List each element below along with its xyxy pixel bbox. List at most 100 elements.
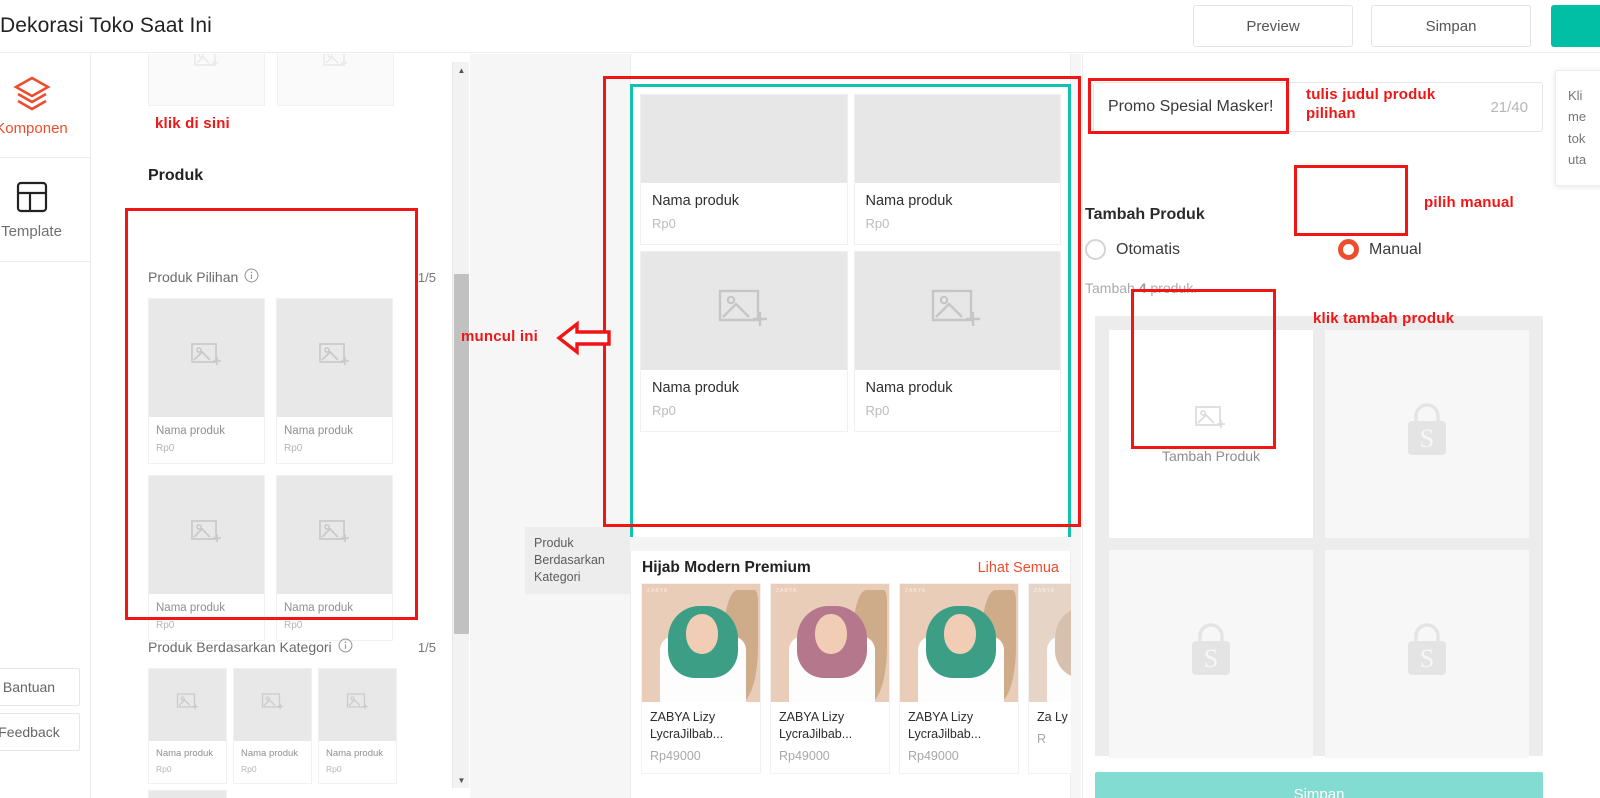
radio-label-manual: Manual bbox=[1369, 240, 1422, 258]
save-button-panel[interactable]: Simpan bbox=[1095, 772, 1543, 798]
category-product-card[interactable]: ZABYA ZABYA Lizy LycraJilbab... Rp49000 bbox=[641, 583, 761, 774]
block-header: Produk Pilihan 1/5 bbox=[148, 264, 436, 290]
rail-item-template[interactable]: Template bbox=[0, 158, 91, 262]
product-slot[interactable]: Tambah Produk bbox=[1103, 324, 1319, 544]
component-scroll-area[interactable]: Produk Produk Pilihan 1/5 Nama produk Rp… bbox=[92, 54, 445, 798]
radio-circle-selected-icon bbox=[1338, 239, 1360, 260]
block-title: Produk Berdasarkan Kategori bbox=[148, 639, 332, 655]
component-block-produk-kategori: Produk Berdasarkan Kategori 1/5 Nama pro… bbox=[148, 634, 436, 798]
help-line: Kli bbox=[1568, 88, 1583, 103]
add-image-icon bbox=[261, 692, 285, 718]
canvas-product-card[interactable]: Nama produk Rp0 bbox=[637, 91, 851, 248]
add-image-icon bbox=[1194, 404, 1228, 438]
canvas-product-thumb bbox=[854, 252, 1060, 370]
save-button-top[interactable]: Simpan bbox=[1371, 5, 1531, 47]
product-slot[interactable]: S bbox=[1319, 544, 1535, 764]
add-product-card[interactable]: Tambah Produk bbox=[1109, 330, 1313, 538]
add-image-icon bbox=[322, 54, 350, 76]
product-card[interactable]: Nama produk Rp0 bbox=[233, 668, 312, 785]
product-card[interactable]: Nama produk Rp0 bbox=[148, 298, 265, 464]
category-product-card[interactable]: ZABYA ZABYA Lizy LycraJilbab... Rp49000 bbox=[899, 583, 1019, 774]
clipped-card[interactable] bbox=[277, 54, 394, 106]
shopee-bag-icon: S bbox=[1184, 622, 1238, 686]
publish-button[interactable] bbox=[1551, 5, 1600, 47]
product-name: Nama produk bbox=[156, 425, 226, 437]
radio-label-otomatis: Otomatis bbox=[1116, 240, 1181, 258]
empty-product-slot[interactable]: S bbox=[1109, 550, 1313, 758]
layout-icon bbox=[15, 180, 49, 214]
scroll-up-icon[interactable]: ▲ bbox=[453, 62, 470, 78]
product-thumb bbox=[149, 669, 226, 741]
component-panel: Produk Produk Pilihan 1/5 Nama produk Rp… bbox=[92, 54, 445, 798]
product-slot[interactable]: S bbox=[1103, 544, 1319, 764]
annotation-klik-di-sini: klik di sini bbox=[155, 115, 230, 132]
product-price: Rp49000 bbox=[779, 748, 830, 763]
component-block-produk-pilihan: Produk Pilihan 1/5 Nama produk Rp0 Nama … bbox=[148, 264, 436, 641]
canvas-product-card[interactable]: Nama produk Rp0 bbox=[637, 248, 851, 435]
product-thumb bbox=[277, 299, 392, 417]
product-name: ZABYA Lizy LycraJilbab... bbox=[779, 710, 853, 741]
shopee-bag-icon: S bbox=[1400, 622, 1454, 686]
category-product-strip[interactable]: ZABYA ZABYA Lizy LycraJilbab... Rp49000 … bbox=[630, 583, 1071, 774]
category-product-card[interactable]: ZABYA Za Ly R bbox=[1028, 583, 1071, 774]
empty-product-slot[interactable]: S bbox=[1325, 550, 1529, 758]
product-card[interactable]: Nama produk Rp0 bbox=[148, 474, 265, 641]
product-image: ZABYA bbox=[1029, 584, 1071, 702]
hint-prefix: Tambah bbox=[1085, 280, 1135, 296]
product-slot[interactable]: S bbox=[1319, 324, 1535, 544]
block-header: Produk Berdasarkan Kategori 1/5 bbox=[148, 634, 436, 660]
radio-option-otomatis[interactable]: Otomatis bbox=[1085, 239, 1180, 260]
product-image: ZABYA bbox=[642, 584, 760, 702]
add-image-icon bbox=[176, 692, 200, 718]
clipped-card-row bbox=[148, 54, 394, 106]
product-meta: Nama produk Rp0 bbox=[149, 417, 264, 463]
product-slot-area: Tambah Produk S S S bbox=[1095, 316, 1543, 758]
rail-item-komponen[interactable]: Komponen bbox=[0, 54, 91, 158]
watermark: ZABYA bbox=[647, 588, 669, 594]
info-icon[interactable] bbox=[244, 268, 259, 286]
see-all-link[interactable]: Lihat Semua bbox=[978, 560, 1059, 576]
help-tooltip: Kli me tok uta bbox=[1555, 70, 1600, 186]
component-panel-scrollbar[interactable]: ▲ ▼ bbox=[452, 62, 469, 788]
feedback-button[interactable]: Feedback bbox=[0, 713, 80, 751]
product-card[interactable]: Nama produk Rp0 bbox=[318, 668, 397, 785]
product-thumb bbox=[149, 791, 226, 798]
add-image-icon bbox=[318, 518, 352, 552]
product-card[interactable]: Nama produk Rp0 bbox=[276, 474, 393, 641]
add-product-label: Tambah Produk bbox=[1085, 206, 1205, 223]
product-meta: Nama produk Rp0 bbox=[234, 741, 311, 783]
canvas-product-price: Rp0 bbox=[652, 403, 676, 418]
product-image: ZABYA bbox=[900, 584, 1018, 702]
hint-count: 4 bbox=[1138, 280, 1147, 296]
help-line: tok bbox=[1568, 130, 1586, 146]
annotation-klik-tambah-produk: klik tambah produk bbox=[1313, 310, 1455, 327]
product-thumb bbox=[319, 669, 396, 741]
canvas-product-card[interactable]: Nama produk Rp0 bbox=[851, 248, 1065, 435]
canvas-product-card[interactable]: Nama produk Rp0 bbox=[851, 91, 1065, 248]
category-product-card[interactable]: ZABYA ZABYA Lizy LycraJilbab... Rp49000 bbox=[770, 583, 890, 774]
product-name: Nama produk bbox=[241, 748, 299, 759]
hint-suffix: produk. bbox=[1150, 280, 1198, 296]
info-icon[interactable] bbox=[338, 638, 353, 656]
clipped-card[interactable] bbox=[148, 54, 265, 106]
preview-button[interactable]: Preview bbox=[1193, 5, 1353, 47]
canvas-product-name: Nama produk bbox=[652, 193, 740, 209]
title-char-counter: 21/40 bbox=[1490, 98, 1528, 116]
product-card-grid: Nama produk Rp0 Nama produk Rp0 Nama pro… bbox=[148, 668, 436, 798]
add-image-icon bbox=[717, 286, 771, 337]
radio-option-manual[interactable]: Manual bbox=[1338, 239, 1422, 260]
selected-product-block[interactable]: Nama produk Rp0 Nama produk Rp0 Nama pro… bbox=[630, 84, 1071, 548]
product-card[interactable]: Nama produk Rp0 bbox=[148, 668, 227, 785]
section-divider bbox=[630, 537, 1071, 551]
help-button[interactable]: Bantuan bbox=[0, 668, 80, 706]
scroll-down-icon[interactable]: ▼ bbox=[453, 772, 470, 788]
canvas-product-thumb bbox=[641, 95, 847, 183]
product-meta: Nama produk Rp0 bbox=[277, 417, 392, 463]
product-card[interactable]: Nama produk Rp0 bbox=[276, 298, 393, 464]
watermark: ZABYA bbox=[905, 588, 927, 594]
empty-product-slot[interactable]: S bbox=[1325, 330, 1529, 538]
help-line: me bbox=[1568, 109, 1587, 125]
add-image-icon bbox=[930, 286, 984, 337]
product-card[interactable]: Nama produk Rp0 bbox=[148, 790, 227, 798]
product-name: ZABYA Lizy LycraJilbab... bbox=[650, 710, 724, 741]
